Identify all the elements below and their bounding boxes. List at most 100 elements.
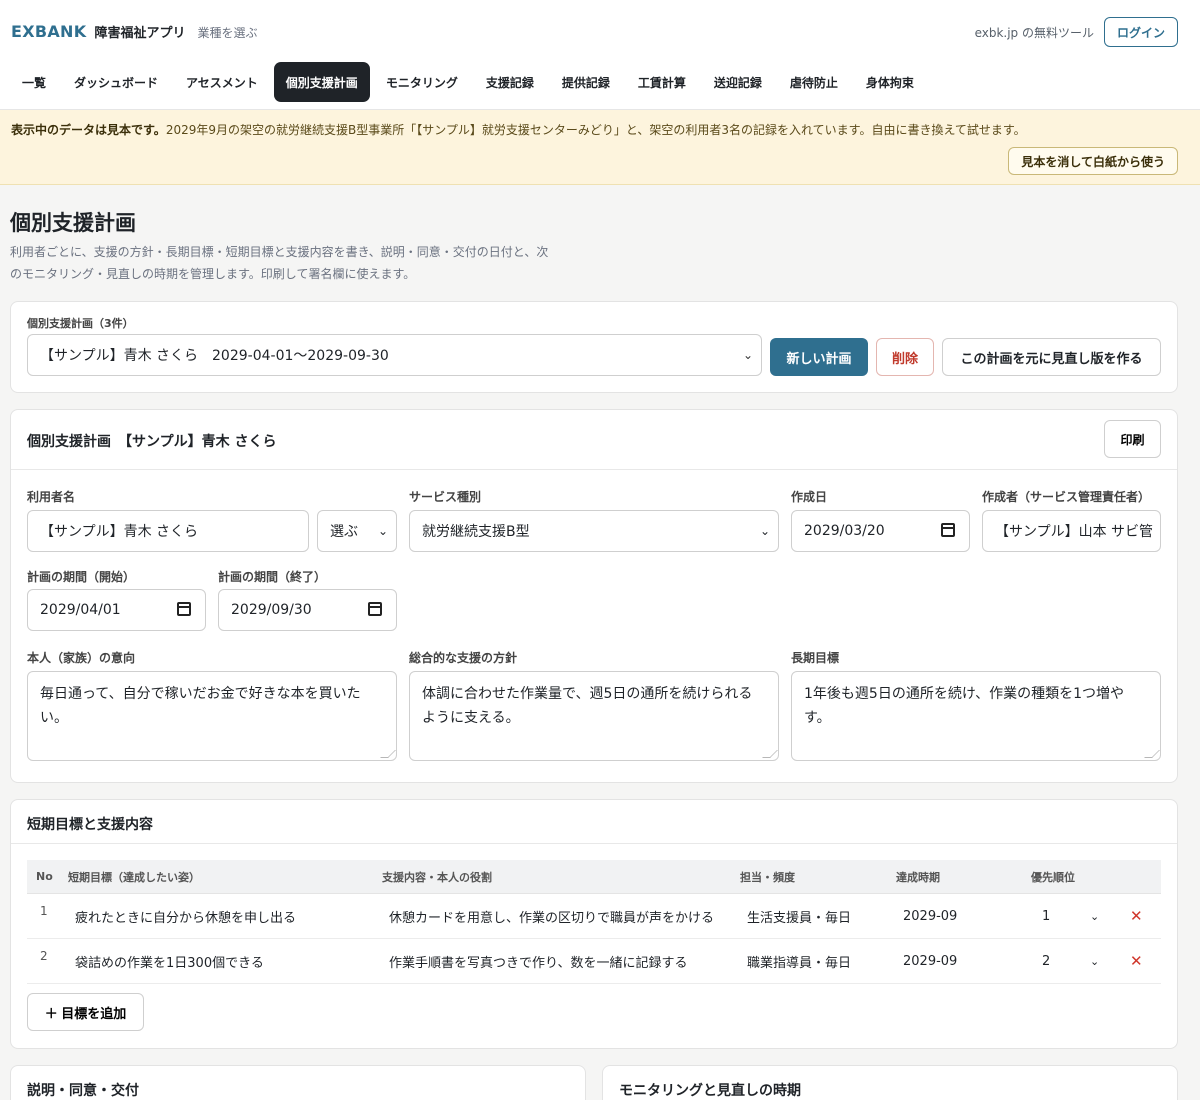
row-priority[interactable]: 1 <box>1042 894 1050 938</box>
login-button[interactable]: ログイン <box>1103 17 1178 47</box>
nav-item-abuse-prevention[interactable]: 虐待防止 <box>778 62 850 102</box>
service-type-label: サービス種別 <box>409 490 482 504</box>
user-name-field[interactable]: 【サンプル】青木 さくら <box>27 510 309 552</box>
short-goals-table: No 短期目標（達成したい姿） 支援内容・本人の役割 担当・頻度 達成時期 優先… <box>27 860 1161 984</box>
clear-sample-button[interactable]: 見本を消して白紙から使う <box>1008 147 1178 175</box>
chevron-down-icon: ⌄ <box>742 348 753 362</box>
page-title: 個別支援計画 <box>10 211 136 235</box>
row-goal[interactable]: 疲れたときに自分から休憩を申し出る <box>75 894 296 938</box>
resize-handle-icon[interactable] <box>380 750 396 758</box>
row-due[interactable]: 2029-09 <box>903 939 957 983</box>
short-goals-card: 短期目標と支援内容 No 短期目標（達成したい姿） 支援内容・本人の役割 担当・… <box>10 799 1178 1049</box>
print-button[interactable]: 印刷 <box>1104 420 1161 458</box>
new-plan-button[interactable]: 新しい計画 <box>770 338 868 376</box>
wish-textarea[interactable]: 毎日通って、自分で稼いだお金で好きな本を買いたい。 <box>27 671 397 761</box>
col-no: No <box>36 870 53 883</box>
long-goal-value: 1年後も週5日の通所を続け、作業の種類を1つ増やす。 <box>804 686 1125 726</box>
chevron-down-icon: ⌄ <box>377 524 388 538</box>
chevron-down-icon[interactable]: ⌄ <box>1090 894 1099 938</box>
nav-item-dashboard[interactable]: ダッシュボード <box>62 62 170 102</box>
row-due[interactable]: 2029-09 <box>903 894 957 938</box>
long-goal-label: 長期目標 <box>791 651 840 665</box>
revise-plan-button[interactable]: この計画を元に見直し版を作る <box>942 338 1161 376</box>
period-end-value: 2029/09/30 <box>231 602 312 618</box>
plan-select-card: 個別支援計画（3件） 【サンプル】青木 さくら 2029-04-01〜2029-… <box>10 301 1178 393</box>
plan-card-header: 個別支援計画 【サンプル】青木 さくら 印刷 <box>11 410 1177 470</box>
plan-select[interactable]: 【サンプル】青木 さくら 2029-04-01〜2029-09-30 ⌄ <box>27 334 762 376</box>
service-type-select[interactable]: 就労継続支援B型 ⌄ <box>409 510 779 552</box>
col-staff: 担当・頻度 <box>740 870 795 884</box>
author-field[interactable]: 【サンプル】山本 サビ管 <box>982 510 1161 552</box>
consent-card: 説明・同意・交付 <box>10 1065 586 1100</box>
main-nav: 一覧 ダッシュボード アセスメント 個別支援計画 モニタリング 支援記録 提供記… <box>10 62 926 102</box>
col-priority: 優先順位 <box>1031 870 1075 884</box>
resize-handle-icon[interactable] <box>762 750 778 758</box>
nav-item-support-plan[interactable]: 個別支援計画 <box>273 62 370 102</box>
banner-text: 2029年9月の架空の就労継続支援B型事業所「【サンプル】就労支援センターみどり… <box>165 123 1026 137</box>
row-support[interactable]: 作業手順書を写真つきで作り、数を一緒に記録する <box>389 939 687 983</box>
consent-heading: 説明・同意・交付 <box>27 1083 139 1099</box>
created-date-value: 2029/03/20 <box>804 523 885 539</box>
page-description: 利用者ごとに、支援の方針・長期目標・短期目標と支援内容を書き、説明・同意・交付の… <box>10 245 549 281</box>
main-content: 個別支援計画 利用者ごとに、支援の方針・長期目標・短期目標と支援内容を書き、説明… <box>0 207 1200 1100</box>
bottom-cards: 説明・同意・交付 モニタリングと見直しの時期 <box>10 1065 1178 1100</box>
plan-heading: 個別支援計画 【サンプル】青木 さくら <box>27 434 277 450</box>
sample-data-banner: 表示中のデータは見本です。2029年9月の架空の就労継続支援B型事業所「【サンプ… <box>0 110 1200 185</box>
user-pick-select[interactable]: 選ぶ ⌄ <box>317 510 397 552</box>
nav-item-assessment[interactable]: アセスメント <box>174 62 270 102</box>
col-due: 達成時期 <box>896 870 940 884</box>
monitoring-card: モニタリングと見直しの時期 <box>602 1065 1178 1100</box>
brand-logo[interactable]: EXBANK <box>11 22 86 41</box>
policy-textarea[interactable]: 体調に合わせた作業量で、週5日の通所を続けられるように支える。 <box>409 671 779 761</box>
brand-area: EXBANK 障害福祉アプリ 業種を選ぶ <box>11 22 257 41</box>
policy-value: 体調に合わせた作業量で、週5日の通所を続けられるように支える。 <box>422 686 753 726</box>
nav-item-wage-calc[interactable]: 工賃計算 <box>626 62 698 102</box>
author-label: 作成者（サービス管理責任者） <box>982 490 1151 504</box>
short-goals-heading: 短期目標と支援内容 <box>27 817 153 833</box>
add-goal-button[interactable]: ＋ 目標を追加 <box>27 993 144 1031</box>
period-end-field[interactable]: 2029/09/30 <box>218 589 397 631</box>
nav-item-restraint[interactable]: 身体拘束 <box>854 62 926 102</box>
resize-handle-icon[interactable] <box>1144 750 1160 758</box>
service-type-value: 就労継続支援B型 <box>422 524 530 540</box>
nav-item-list[interactable]: 一覧 <box>10 62 58 102</box>
delete-row-icon[interactable]: ✕ <box>1130 894 1143 938</box>
chevron-down-icon[interactable]: ⌄ <box>1090 939 1099 983</box>
delete-plan-button[interactable]: 削除 <box>876 338 934 376</box>
user-name-label: 利用者名 <box>27 490 76 504</box>
nav-item-service-records[interactable]: 提供記録 <box>550 62 622 102</box>
row-staff[interactable]: 生活支援員・毎日 <box>747 894 851 938</box>
table-row: 1 疲れたときに自分から休憩を申し出る 休憩カードを用意し、作業の区切りで職員が… <box>27 894 1161 939</box>
period-start-field[interactable]: 2029/04/01 <box>27 589 206 631</box>
nav-item-support-records[interactable]: 支援記録 <box>474 62 546 102</box>
calendar-icon[interactable] <box>368 602 382 616</box>
plan-select-label: 個別支援計画（3件） <box>27 317 134 330</box>
table-header-row: No 短期目標（達成したい姿） 支援内容・本人の役割 担当・頻度 達成時期 優先… <box>27 860 1161 894</box>
row-no: 1 <box>40 904 48 918</box>
chevron-down-icon: ⌄ <box>759 524 770 538</box>
table-row: 2 袋詰めの作業を1日300個できる 作業手順書を写真つきで作り、数を一緒に記録… <box>27 939 1161 984</box>
monitoring-heading: モニタリングと見直しの時期 <box>619 1083 801 1099</box>
app-header: EXBANK 障害福祉アプリ 業種を選ぶ exbk.jp の無料ツール ログイン… <box>0 0 1200 110</box>
period-end-label: 計画の期間（終了） <box>218 570 327 584</box>
wish-label: 本人（家族）の意向 <box>27 651 136 665</box>
app-name: 障害福祉アプリ <box>94 26 186 41</box>
nav-item-transport[interactable]: 送迎記録 <box>702 62 774 102</box>
industry-link[interactable]: 業種を選ぶ <box>197 24 257 41</box>
banner-message: 表示中のデータは見本です。2029年9月の架空の就労継続支援B型事業所「【サンプ… <box>11 121 1026 138</box>
delete-row-icon[interactable]: ✕ <box>1130 939 1143 983</box>
banner-bold: 表示中のデータは見本です。 <box>11 123 166 137</box>
calendar-icon[interactable] <box>177 602 191 616</box>
col-goal: 短期目標（達成したい姿） <box>68 870 200 884</box>
created-date-field[interactable]: 2029/03/20 <box>791 510 970 552</box>
plan-select-value: 【サンプル】青木 さくら 2029-04-01〜2029-09-30 <box>40 348 389 364</box>
period-start-value: 2029/04/01 <box>40 602 121 618</box>
row-priority[interactable]: 2 <box>1042 939 1050 983</box>
row-support[interactable]: 休憩カードを用意し、作業の区切りで職員が声をかける <box>389 894 714 938</box>
calendar-icon[interactable] <box>941 523 955 537</box>
policy-label: 総合的な支援の方針 <box>409 651 518 665</box>
long-goal-textarea[interactable]: 1年後も週5日の通所を続け、作業の種類を1つ増やす。 <box>791 671 1161 761</box>
row-staff[interactable]: 職業指導員・毎日 <box>747 939 851 983</box>
nav-item-monitoring[interactable]: モニタリング <box>374 62 470 102</box>
row-goal[interactable]: 袋詰めの作業を1日300個できる <box>75 939 264 983</box>
